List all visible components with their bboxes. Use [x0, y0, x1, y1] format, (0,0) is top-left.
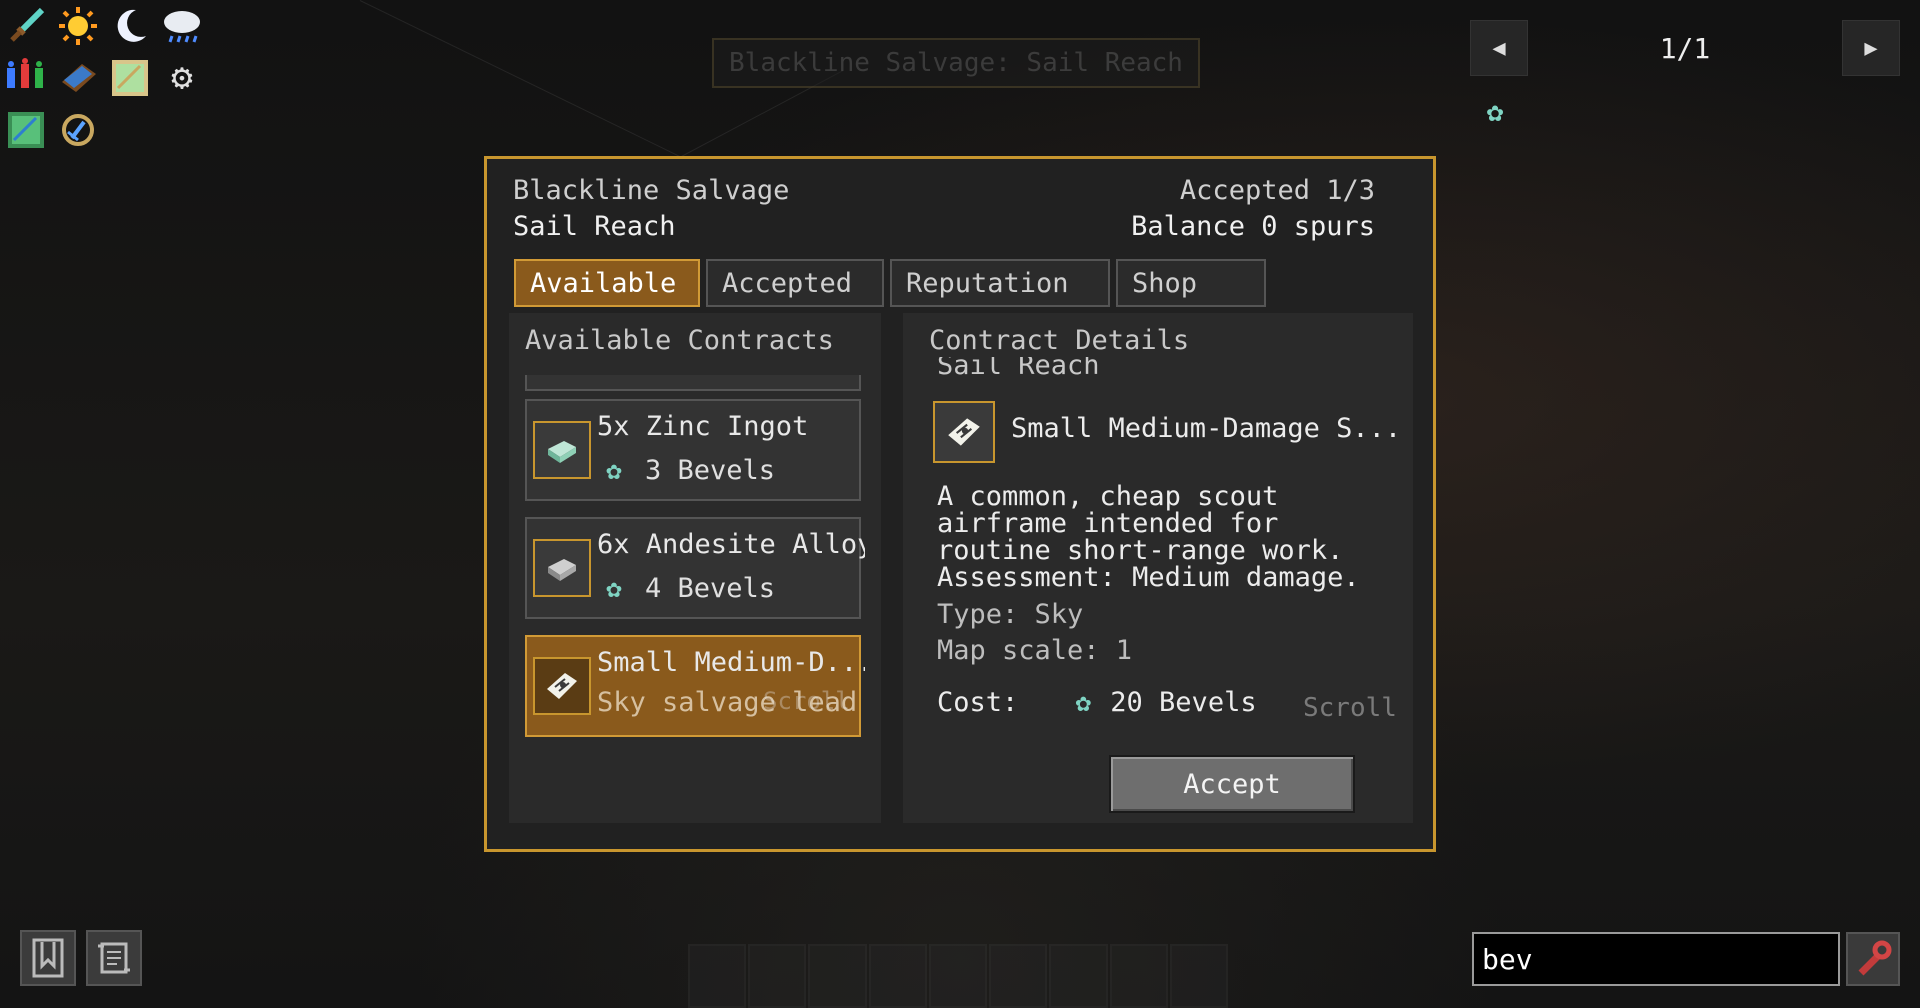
cost-label: Cost:: [937, 687, 1019, 718]
andesite-alloy-icon: [533, 539, 591, 597]
bevel-currency-icon: ✿: [606, 455, 622, 486]
config-button[interactable]: [1846, 932, 1900, 986]
panel-tabs: Available Accepted Reputation Shop: [514, 259, 1266, 307]
contract-reward: ✿ 3 Bevels: [597, 455, 775, 486]
page-count: 1/1: [1659, 31, 1711, 65]
scroll-button[interactable]: [86, 930, 142, 986]
faction-name: Blackline Salvage: [513, 175, 790, 206]
bevel-currency-icon[interactable]: ✿: [1480, 95, 1510, 128]
filled-map-icon[interactable]: [4, 108, 48, 152]
contract-reward: ✿ 4 Bevels: [597, 573, 775, 604]
contract-list[interactable]: 5x Zinc Ingot ✿ 3 Bevels 6x Andesite All…: [525, 375, 865, 815]
contract-details-header: Small Medium-Damage S...: [933, 401, 1401, 465]
scroll-icon: [98, 942, 130, 974]
contract-item-salvage[interactable]: Small Medium-D... Sky salvage lead Scrol…: [525, 635, 865, 737]
contract-details-title: Contract Details: [929, 325, 1190, 356]
sword-icon[interactable]: [4, 4, 48, 48]
wrench-icon: [1858, 940, 1892, 976]
top-left-toolbar: ⚙: [4, 4, 214, 160]
contract-title: Small Medium-D...: [597, 647, 865, 678]
contract-cost: Cost: ✿ 20 Bevels: [937, 687, 1257, 718]
contract-title: 5x Zinc Ingot: [597, 411, 809, 442]
bookmark-icon: [32, 938, 64, 978]
list-item-partial: [525, 375, 861, 391]
balance-label: Balance 0 spurs: [1131, 211, 1375, 242]
background-title-banner: Blackline Salvage: Sail Reach: [712, 38, 1200, 88]
prev-page-button[interactable]: ◀: [1470, 20, 1528, 76]
bevel-currency-icon: ✿: [1075, 687, 1092, 718]
zinc-ingot-icon: [533, 421, 591, 479]
map-icon[interactable]: [108, 56, 152, 100]
tab-accepted[interactable]: Accepted: [706, 259, 884, 307]
next-page-button[interactable]: ▶: [1842, 20, 1900, 76]
contract-item-zinc[interactable]: 5x Zinc Ingot ✿ 3 Bevels: [525, 399, 861, 501]
compass-icon[interactable]: [56, 108, 100, 152]
sun-icon[interactable]: [56, 4, 100, 48]
salvage-map-icon: [933, 401, 995, 463]
contract-details-column: Contract Details Sail Reach Small Medium…: [903, 313, 1413, 823]
contract-name: Small Medium-Damage S...: [1011, 413, 1402, 444]
cost-value: 20 Bevels: [1110, 687, 1257, 718]
settings-gear-icon[interactable]: ⚙: [160, 56, 204, 100]
contract-type: Type: Sky: [937, 599, 1084, 630]
recipe-pager: ◀ 1/1 ▶: [1470, 20, 1900, 76]
reward-label: 3 Bevels: [645, 455, 776, 486]
panel-header-left: Blackline Salvage Sail Reach: [513, 173, 789, 245]
tab-available[interactable]: Available: [514, 259, 700, 307]
accept-button[interactable]: Accept: [1109, 755, 1355, 813]
salvage-map-icon: [533, 657, 591, 715]
scroll-hint: Scroll: [1303, 693, 1397, 723]
location-name: Sail Reach: [513, 211, 676, 242]
contract-description: A common, cheap scout airframe intended …: [937, 481, 1360, 593]
scroll-hint-ghost: Scroll: [763, 687, 850, 715]
players-icon[interactable]: [4, 56, 48, 100]
available-contracts-title: Available Contracts: [525, 325, 834, 356]
tab-reputation[interactable]: Reputation: [890, 259, 1110, 307]
rain-cloud-icon[interactable]: [160, 4, 204, 48]
accepted-count: Accepted 1/3: [1179, 175, 1375, 206]
reward-label: 4 Bevels: [645, 573, 776, 604]
panel-header-right: Accepted 1/3 Balance 0 spurs: [1131, 173, 1375, 245]
bevel-currency-icon: ✿: [606, 573, 622, 604]
tab-shop[interactable]: Shop: [1116, 259, 1266, 307]
bookmark-button[interactable]: [20, 930, 76, 986]
contract-board-panel: Blackline Salvage Sail Reach Accepted 1/…: [484, 156, 1436, 852]
contract-item-andesite[interactable]: 6x Andesite Alloy ✿ 4 Bevels: [525, 517, 865, 619]
item-search-input[interactable]: [1472, 932, 1840, 986]
background-hotbar: [688, 944, 1228, 1008]
moon-icon[interactable]: [108, 4, 152, 48]
contract-details-location: Sail Reach: [937, 357, 1100, 381]
book-icon[interactable]: [56, 56, 100, 100]
contract-map-scale: Map scale: 1: [937, 635, 1133, 666]
available-contracts-column: Available Contracts 5x Zinc Ingot ✿ 3 Be…: [509, 313, 881, 823]
contract-title: 6x Andesite Alloy: [597, 529, 865, 560]
